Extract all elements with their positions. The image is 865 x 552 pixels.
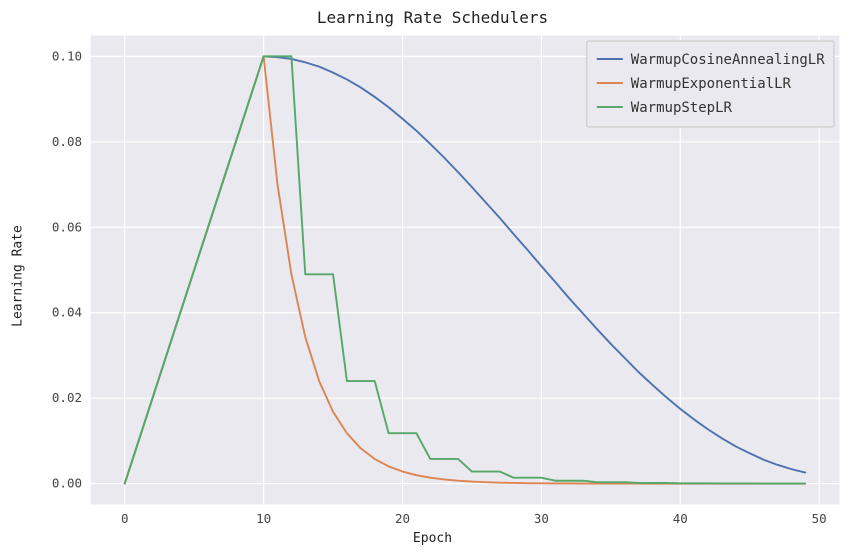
chart-svg: 01020304050 0.000.020.040.060.080.10 War… [90,35,840,505]
x-axis-label: Epoch [0,531,865,546]
svg-text:0.10: 0.10 [52,48,82,63]
y-ticks: 0.00 0.02 0.04 0.06 0.08 0.10 [52,48,82,490]
svg-text:0: 0 [121,511,129,526]
x-ticks: 0 10 20 30 40 50 [121,511,827,526]
plot-area: 01020304050 0.000.020.040.060.080.10 War… [90,35,840,505]
chart-figure: Learning Rate Schedulers Learning Rate E… [0,0,865,552]
svg-text:0.02: 0.02 [52,390,82,405]
svg-text:0.04: 0.04 [52,305,82,320]
svg-text:30: 30 [534,511,549,526]
svg-text:0.06: 0.06 [52,219,82,234]
svg-text:20: 20 [395,511,410,526]
svg-text:0.00: 0.00 [52,476,82,491]
chart-title: Learning Rate Schedulers [0,8,865,27]
svg-text:40: 40 [673,511,688,526]
legend-item-WarmupExponentialLR: WarmupExponentialLR [631,76,792,92]
y-axis-label: Learning Rate [11,225,26,327]
svg-text:0.08: 0.08 [52,134,82,149]
legend-item-WarmupStepLR: WarmupStepLR [631,100,733,116]
svg-text:10: 10 [256,511,271,526]
legend-item-WarmupCosineAnnealingLR: WarmupCosineAnnealingLR [631,52,825,68]
legend: WarmupCosineAnnealingLR WarmupExponential… [587,41,834,127]
svg-text:50: 50 [812,511,827,526]
